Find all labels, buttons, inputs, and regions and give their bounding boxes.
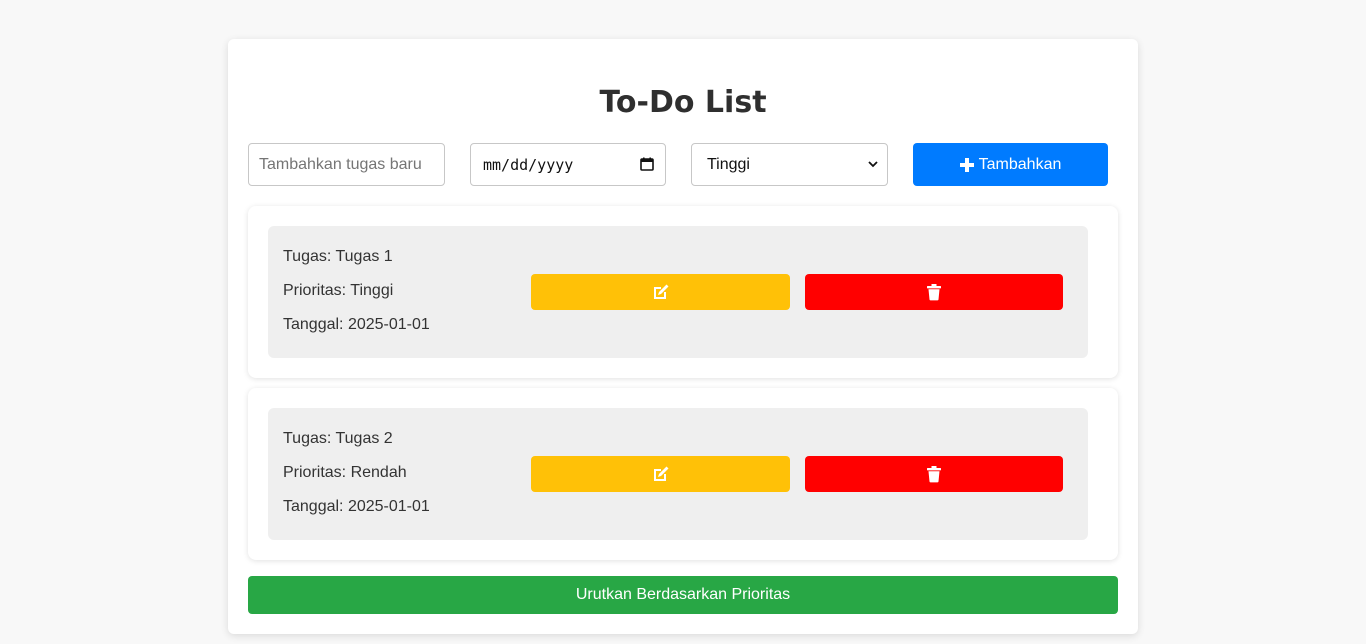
plus-icon <box>959 157 974 172</box>
task-name: Tugas: Tugas 2 <box>283 430 393 447</box>
task-priority: Prioritas: Rendah <box>283 464 407 481</box>
page-title: To-Do List <box>599 85 767 120</box>
date-placeholder: mm/dd/yyyy <box>483 155 574 174</box>
sort-by-priority-button[interactable]: Urutkan Berdasarkan Prioritas <box>248 576 1118 614</box>
priority-selected-value: Tinggi <box>707 155 750 173</box>
edit-icon <box>653 466 668 481</box>
add-task-button[interactable]: Tambahkan <box>913 143 1108 186</box>
calendar-icon[interactable] <box>640 157 654 171</box>
task-name: Tugas: Tugas 1 <box>283 248 393 265</box>
delete-task-button[interactable] <box>805 456 1063 492</box>
edit-task-button[interactable] <box>531 274 790 310</box>
delete-task-button[interactable] <box>805 274 1063 310</box>
task-card: Tugas: Tugas 2 Prioritas: Rendah Tanggal… <box>248 388 1118 560</box>
task-priority: Prioritas: Tinggi <box>283 282 394 299</box>
chevron-down-icon <box>868 161 878 168</box>
task-item: Tugas: Tugas 2 Prioritas: Rendah Tanggal… <box>268 408 1088 540</box>
task-item: Tugas: Tugas 1 Prioritas: Tinggi Tanggal… <box>268 226 1088 358</box>
add-task-label: Tambahkan <box>978 155 1062 173</box>
trash-icon <box>927 284 941 301</box>
task-date: Tanggal: 2025-01-01 <box>283 498 430 515</box>
trash-icon <box>927 466 941 483</box>
task-input[interactable] <box>248 143 445 186</box>
task-date: Tanggal: 2025-01-01 <box>283 316 430 333</box>
date-input[interactable]: mm/dd/yyyy <box>470 143 666 186</box>
edit-icon <box>653 284 668 299</box>
edit-task-button[interactable] <box>531 456 790 492</box>
priority-select[interactable]: Tinggi <box>691 143 888 186</box>
todo-app-card: To-Do List mm/dd/yyyy Tinggi Tambahkan T… <box>228 39 1138 634</box>
task-card: Tugas: Tugas 1 Prioritas: Tinggi Tanggal… <box>248 206 1118 378</box>
